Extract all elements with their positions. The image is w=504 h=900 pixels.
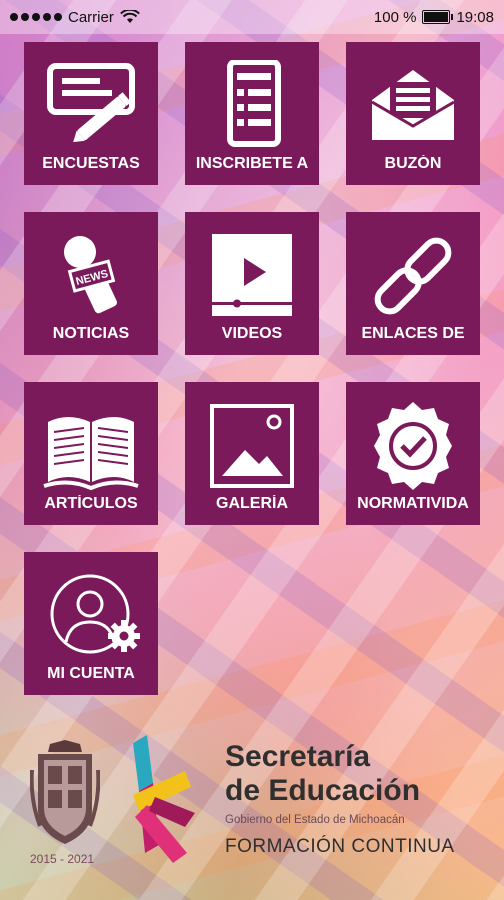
image-icon bbox=[185, 400, 319, 492]
brand-title-line2: de Educación bbox=[225, 774, 421, 807]
tile-label: ARTÍCULOS bbox=[44, 495, 138, 512]
tile-label: MI CUENTA bbox=[47, 665, 135, 682]
brand-subtitle: Gobierno del Estado de Michoacán bbox=[225, 814, 405, 826]
open-book-icon bbox=[24, 400, 158, 492]
tile-noticias[interactable]: NEWS NOTICIAS bbox=[24, 212, 158, 355]
k-logo bbox=[125, 735, 200, 870]
tile-label: GALERÍA bbox=[216, 495, 288, 512]
tile-inscribete[interactable]: INSCRIBETE A bbox=[185, 42, 319, 185]
battery-percent: 100 % bbox=[373, 8, 417, 26]
video-player-icon bbox=[185, 230, 319, 322]
tile-label: NORMATIVIDA bbox=[357, 495, 469, 512]
tile-encuestas[interactable]: ENCUESTAS bbox=[24, 42, 158, 185]
tile-label: NOTICIAS bbox=[52, 325, 130, 342]
brand-tagline: FORMACIÓN CONTINUA bbox=[225, 836, 455, 857]
signal-dots-icon bbox=[10, 13, 62, 21]
tile-articulos[interactable]: ARTÍCULOS bbox=[24, 382, 158, 525]
tile-label: ENLACES DE bbox=[361, 325, 465, 342]
user-settings-icon bbox=[24, 570, 158, 662]
status-right: 100 % 19:08 bbox=[374, 9, 504, 26]
clock: 19:08 bbox=[456, 8, 494, 26]
tile-galeria[interactable]: GALERÍA bbox=[185, 382, 319, 525]
status-bar: Carrier 100 % 19:08 bbox=[0, 0, 504, 34]
chain-link-icon bbox=[346, 230, 480, 322]
form-icon bbox=[185, 60, 319, 152]
tile-label: VIDEOS bbox=[221, 325, 283, 342]
tile-label: ENCUESTAS bbox=[42, 155, 140, 172]
tile-buzon[interactable]: BUZÓN bbox=[346, 42, 480, 185]
status-left: Carrier bbox=[0, 9, 140, 26]
battery-fill bbox=[424, 12, 449, 22]
footer: 2015 - 2021 Secretaría de Educación Gobi… bbox=[0, 730, 504, 890]
coat-of-arms-logo bbox=[29, 740, 101, 850]
years-label: 2015 - 2021 bbox=[30, 852, 95, 866]
tile-videos[interactable]: VIDEOS bbox=[185, 212, 319, 355]
tile-label: BUZÓN bbox=[384, 155, 442, 172]
tile-enlaces[interactable]: ENLACES DE bbox=[346, 212, 480, 355]
battery-icon bbox=[422, 10, 454, 24]
tile-mi-cuenta[interactable]: MI CUENTA bbox=[24, 552, 158, 695]
wifi-icon bbox=[119, 10, 140, 23]
envelope-icon bbox=[346, 60, 480, 152]
badge-check-icon bbox=[346, 400, 480, 492]
tile-normatividad[interactable]: NORMATIVIDA bbox=[346, 382, 480, 525]
brand-title-line1: Secretaría bbox=[225, 740, 371, 773]
carrier-label: Carrier bbox=[68, 8, 114, 26]
tile-label: INSCRIBETE A bbox=[195, 155, 309, 172]
survey-icon bbox=[24, 60, 158, 152]
news-microphone-icon: NEWS bbox=[24, 230, 158, 322]
